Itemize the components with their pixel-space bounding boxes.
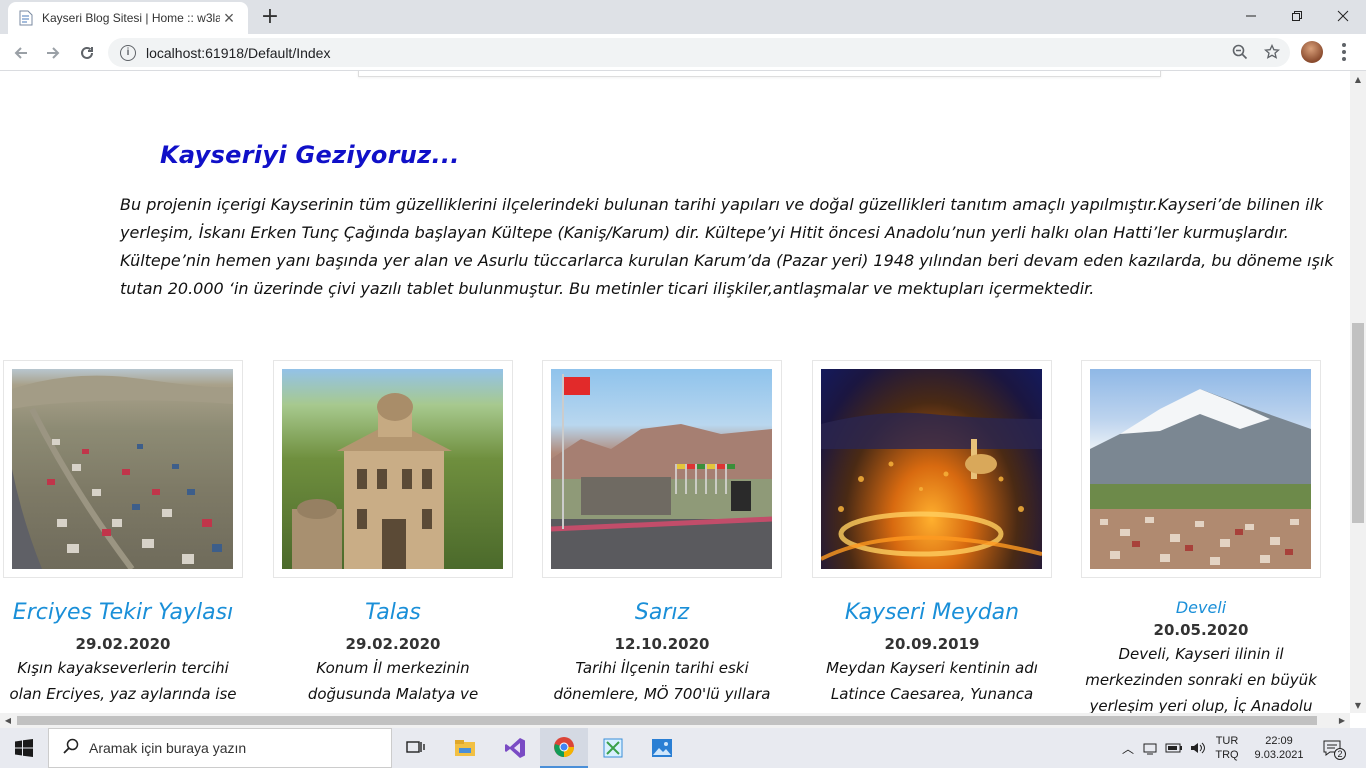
snipping-tool-icon[interactable] <box>589 728 637 768</box>
meydan-photo <box>821 369 1042 569</box>
start-button[interactable] <box>0 728 48 768</box>
system-tray: ︿ TUR TRQ 22:09 9.03.2021 2 <box>1118 728 1350 768</box>
card-date: 20.05.2020 <box>1153 621 1249 639</box>
card-title[interactable]: Kayseri Meydan <box>812 600 1052 625</box>
card-sariz: Sarız 12.10.2020 Tarihi İlçenin tarihi e… <box>542 360 782 707</box>
card-text: Konum İl merkezinin doğusunda Malatya ve <box>307 659 479 703</box>
close-tab-icon[interactable]: × <box>220 8 238 29</box>
card-date: 29.02.2020 <box>75 635 171 653</box>
visual-studio-icon[interactable] <box>491 728 539 768</box>
card-title[interactable]: Talas <box>273 600 513 625</box>
browser-toolbar: i localhost:61918/Default/Index <box>0 34 1366 71</box>
bookmark-star-icon[interactable] <box>1262 42 1282 62</box>
card-text: Meydan Kayseri kentinin adı Latince Caes… <box>826 659 1038 703</box>
zoom-icon[interactable] <box>1230 42 1250 62</box>
erciyes-photo <box>12 369 233 569</box>
notification-count: 2 <box>1334 748 1346 760</box>
vertical-scroll-thumb[interactable] <box>1352 323 1364 523</box>
scroll-up-arrow-icon[interactable]: ▲ <box>1350 71 1366 87</box>
restore-button[interactable] <box>1274 0 1320 32</box>
develi-photo <box>1090 369 1311 569</box>
taskbar-search[interactable]: Aramak için buraya yazın <box>48 728 392 768</box>
card-date: 20.09.2019 <box>884 635 980 653</box>
tab-title: Kayseri Blog Sitesi | Home :: w3la <box>42 11 220 25</box>
card-erciyes: Erciyes Tekir Yaylası 29.02.2020 Kışın k… <box>3 360 243 707</box>
intro-paragraph: Bu projenin içerigi Kayserinin tüm güzel… <box>120 195 1334 298</box>
scroll-right-arrow-icon[interactable]: ▶ <box>1334 713 1350 728</box>
keyboard-layout: TRQ <box>1215 749 1239 761</box>
language-indicator[interactable]: TUR TRQ <box>1210 734 1244 762</box>
card-title[interactable]: Develi <box>1081 598 1321 617</box>
card-title[interactable]: Erciyes Tekir Yaylası <box>3 600 243 625</box>
back-button[interactable] <box>8 40 34 66</box>
windows-taskbar: Aramak için buraya yazın ︿ TUR TRQ 22:09… <box>0 728 1366 768</box>
show-hidden-icons-icon[interactable]: ︿ <box>1118 740 1138 757</box>
card-thumbnail[interactable] <box>542 360 782 578</box>
scroll-left-arrow-icon[interactable]: ◀ <box>0 713 16 728</box>
horizontal-scroll-thumb[interactable] <box>17 716 1317 725</box>
previous-section-box <box>358 71 1161 77</box>
chrome-icon[interactable] <box>540 728 588 768</box>
card-meydan: Kayseri Meydan 20.09.2019 Meydan Kayseri… <box>812 360 1052 707</box>
close-window-button[interactable] <box>1320 0 1366 32</box>
photos-icon[interactable] <box>638 728 686 768</box>
reload-button[interactable] <box>74 40 100 66</box>
browser-tab[interactable]: Kayseri Blog Sitesi | Home :: w3la × <box>8 2 248 34</box>
card-text: Tarihi İlçenin tarihi eski dönemlere, MÖ… <box>553 659 771 703</box>
battery-icon[interactable] <box>1162 742 1186 754</box>
card-thumbnail[interactable] <box>3 360 243 578</box>
notification-center-icon[interactable]: 2 <box>1314 740 1350 760</box>
scroll-down-arrow-icon[interactable]: ▼ <box>1350 697 1366 713</box>
talas-photo <box>282 369 503 569</box>
card-text: Develi, Kayseri ilinin il merkezinden so… <box>1085 645 1317 713</box>
new-tab-button[interactable]: + <box>258 6 282 28</box>
clock-date: 9.03.2021 <box>1254 749 1304 761</box>
url-text: localhost:61918/Default/Index <box>146 44 331 61</box>
task-view-icon[interactable] <box>392 728 440 768</box>
address-bar[interactable]: i localhost:61918/Default/Index <box>108 38 1290 67</box>
volume-icon[interactable] <box>1186 741 1210 755</box>
card-develi: Develi 20.05.2020 Develi, Kayseri ilinin… <box>1081 360 1321 713</box>
site-info-icon[interactable]: i <box>120 44 136 61</box>
clock-time: 22:09 <box>1265 735 1293 747</box>
search-icon <box>63 738 79 759</box>
card-title[interactable]: Sarız <box>542 600 782 625</box>
file-explorer-icon[interactable] <box>441 728 489 768</box>
card-thumbnail[interactable] <box>1081 360 1321 578</box>
sariz-photo <box>551 369 772 569</box>
vertical-scrollbar[interactable]: ▲ ▼ <box>1350 71 1366 713</box>
forward-button[interactable] <box>40 40 66 66</box>
language-code: TUR <box>1215 735 1239 747</box>
card-talas: Talas 29.02.2020 Konum İl merkezinin doğ… <box>273 360 513 707</box>
windows-logo-icon <box>15 739 33 757</box>
clock[interactable]: 22:09 9.03.2021 <box>1244 734 1314 762</box>
search-placeholder: Aramak için buraya yazın <box>89 740 247 756</box>
card-thumbnail[interactable] <box>273 360 513 578</box>
minimize-button[interactable] <box>1228 0 1274 32</box>
card-date: 29.02.2020 <box>345 635 441 653</box>
browser-menu-icon[interactable] <box>1336 40 1352 64</box>
network-icon[interactable] <box>1138 741 1162 755</box>
card-thumbnail[interactable] <box>812 360 1052 578</box>
card-date: 12.10.2020 <box>614 635 710 653</box>
page-viewport: Kayseriyi Geziyoruz... Bu projenin içeri… <box>0 71 1350 713</box>
profile-avatar[interactable] <box>1301 41 1323 63</box>
section-title: Kayseriyi Geziyoruz... <box>160 141 460 169</box>
horizontal-scrollbar[interactable]: ◀ ▶ <box>0 713 1350 728</box>
browser-tab-strip: Kayseri Blog Sitesi | Home :: w3la × + <box>0 0 1366 34</box>
page-icon <box>18 10 34 26</box>
card-text: Kışın kayakseverlerin tercihi olan Erciy… <box>9 659 237 703</box>
